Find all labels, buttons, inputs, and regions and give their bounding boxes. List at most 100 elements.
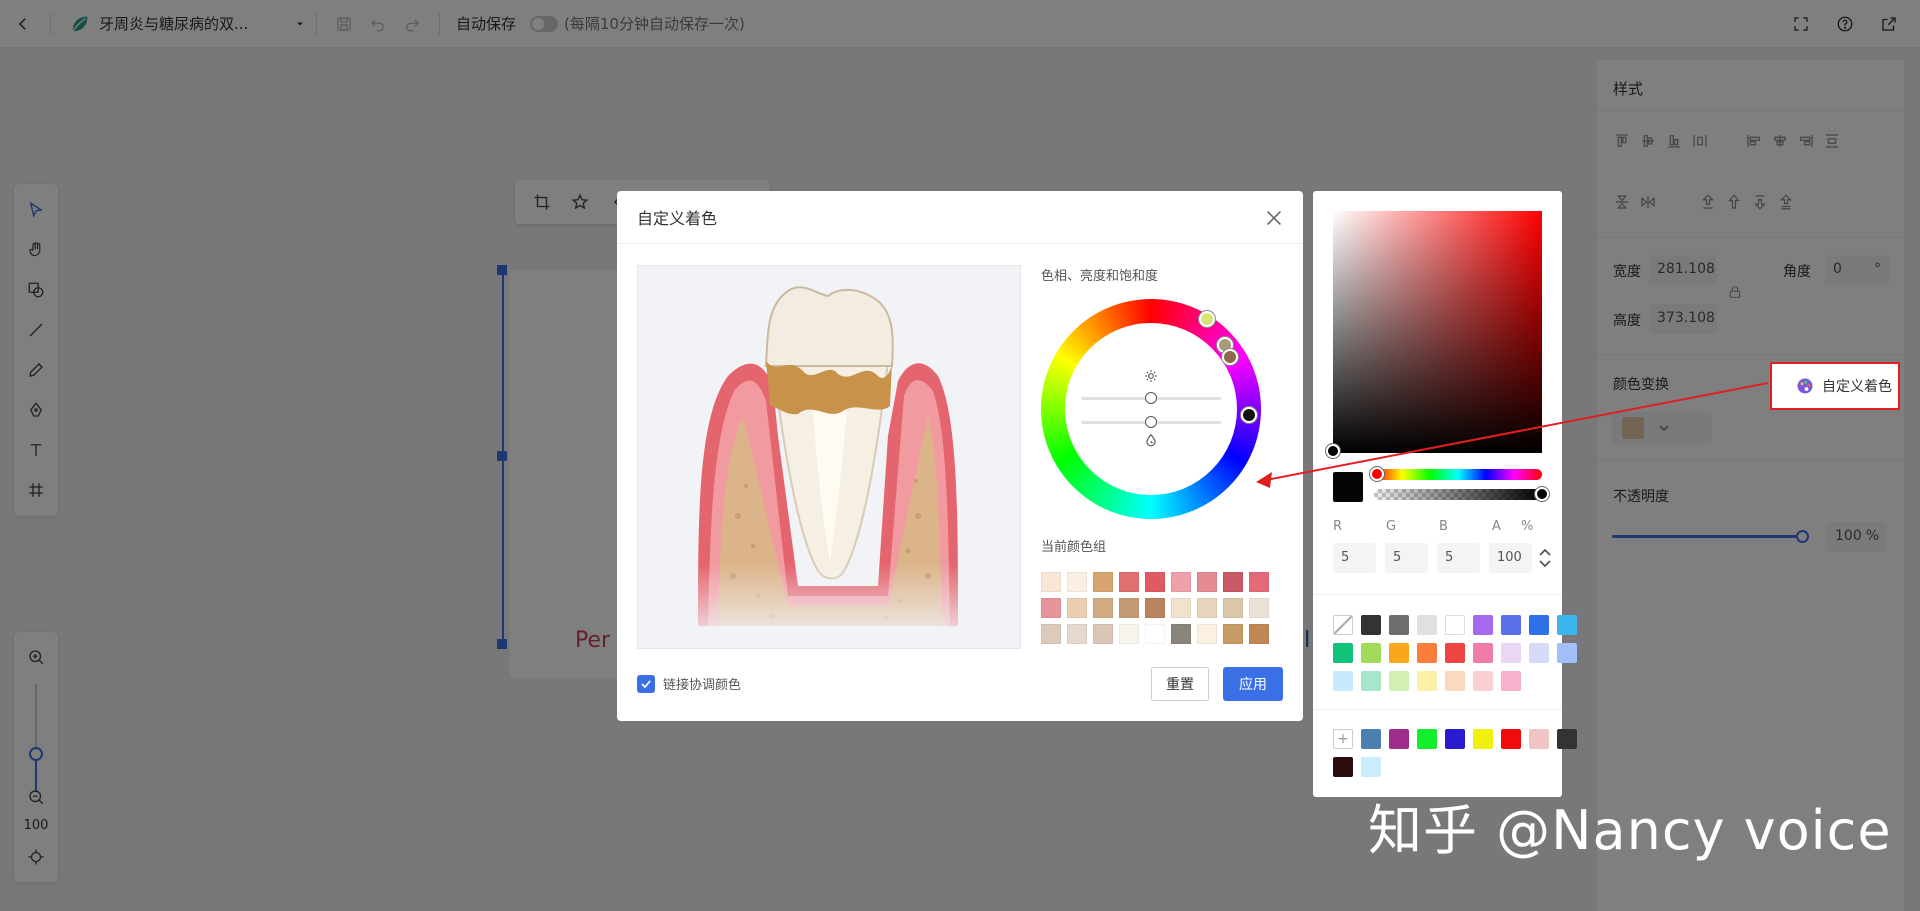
hue-wheel-knob[interactable] bbox=[1241, 407, 1257, 423]
dialog-header: 自定义着色 bbox=[617, 191, 1303, 244]
color-swatch[interactable] bbox=[1417, 643, 1437, 663]
color-swatch[interactable] bbox=[1557, 643, 1577, 663]
palette-swatch[interactable] bbox=[1067, 598, 1087, 618]
palette-swatch[interactable] bbox=[1171, 624, 1191, 644]
custom-color-button[interactable]: 自定义着色 bbox=[1770, 362, 1900, 410]
close-button[interactable] bbox=[1263, 207, 1285, 229]
palette-swatch[interactable] bbox=[1145, 572, 1165, 592]
color-swatch[interactable] bbox=[1417, 615, 1437, 635]
palette-swatch[interactable] bbox=[1197, 572, 1217, 592]
palette-swatch[interactable] bbox=[1223, 624, 1243, 644]
g-label: G bbox=[1386, 519, 1397, 534]
a-input[interactable]: 100 bbox=[1489, 543, 1532, 573]
saturation-value-handle[interactable] bbox=[1326, 444, 1340, 458]
checkbox-box bbox=[637, 674, 655, 693]
color-swatch[interactable] bbox=[1361, 729, 1381, 749]
color-swatch[interactable] bbox=[1361, 757, 1381, 777]
color-swatch[interactable] bbox=[1529, 615, 1549, 635]
alpha-slider-handle[interactable] bbox=[1535, 487, 1549, 501]
color-swatch[interactable] bbox=[1417, 729, 1437, 749]
g-input[interactable]: 5 bbox=[1385, 543, 1428, 573]
no-color-swatch[interactable] bbox=[1333, 615, 1353, 635]
palette-swatch[interactable] bbox=[1041, 598, 1061, 618]
hue-slider-handle[interactable] bbox=[1370, 467, 1384, 481]
apply-button[interactable]: 应用 bbox=[1223, 667, 1283, 701]
format-toggle-button[interactable] bbox=[1538, 546, 1552, 570]
saturation-slider-handle[interactable] bbox=[1145, 416, 1157, 428]
color-swatch[interactable] bbox=[1417, 671, 1437, 691]
link-colors-checkbox[interactable]: 链接协调颜色 bbox=[637, 674, 741, 693]
color-swatch[interactable] bbox=[1473, 615, 1493, 635]
saturation-value-area[interactable] bbox=[1333, 211, 1542, 453]
palette-swatch[interactable] bbox=[1171, 598, 1191, 618]
palette-swatch[interactable] bbox=[1249, 598, 1269, 618]
divider bbox=[1313, 594, 1562, 595]
palette-swatch[interactable] bbox=[1197, 598, 1217, 618]
current-color-palette bbox=[1041, 572, 1285, 644]
palette-swatch[interactable] bbox=[1223, 598, 1243, 618]
alpha-slider[interactable] bbox=[1374, 489, 1542, 500]
color-swatch[interactable] bbox=[1333, 757, 1353, 777]
palette-swatch[interactable] bbox=[1119, 572, 1139, 592]
palette-swatch[interactable] bbox=[1093, 598, 1113, 618]
brightness-slider-handle[interactable] bbox=[1145, 392, 1157, 404]
color-swatch[interactable] bbox=[1473, 643, 1493, 663]
color-swatch[interactable] bbox=[1557, 615, 1577, 635]
tooth-illustration bbox=[638, 266, 1020, 648]
palette-swatch[interactable] bbox=[1093, 624, 1113, 644]
color-swatch[interactable] bbox=[1361, 643, 1381, 663]
palette-swatch[interactable] bbox=[1093, 572, 1113, 592]
add-color-button[interactable]: + bbox=[1333, 729, 1353, 749]
b-input[interactable]: 5 bbox=[1437, 543, 1480, 573]
color-swatch[interactable] bbox=[1557, 729, 1577, 749]
palette-swatch[interactable] bbox=[1171, 572, 1191, 592]
palette-swatch[interactable] bbox=[1041, 572, 1061, 592]
palette-swatch[interactable] bbox=[1119, 624, 1139, 644]
color-swatch[interactable] bbox=[1445, 615, 1465, 635]
color-swatch[interactable] bbox=[1501, 671, 1521, 691]
color-swatch[interactable] bbox=[1529, 643, 1549, 663]
recent-swatches: + bbox=[1333, 729, 1577, 777]
palette-swatch[interactable] bbox=[1249, 572, 1269, 592]
palette-swatch[interactable] bbox=[1067, 624, 1087, 644]
color-swatch[interactable] bbox=[1445, 643, 1465, 663]
link-colors-label: 链接协调颜色 bbox=[663, 678, 742, 693]
saturation-drop-icon bbox=[1146, 433, 1156, 447]
palette-swatch[interactable] bbox=[1197, 624, 1217, 644]
color-swatch[interactable] bbox=[1389, 615, 1409, 635]
palette-swatch[interactable] bbox=[1119, 598, 1139, 618]
divider bbox=[1313, 709, 1562, 710]
palette-swatch[interactable] bbox=[1145, 598, 1165, 618]
hue-wheel-center bbox=[1065, 323, 1237, 495]
color-swatch[interactable] bbox=[1445, 729, 1465, 749]
palette-swatch[interactable] bbox=[1145, 624, 1165, 644]
color-swatch[interactable] bbox=[1389, 643, 1409, 663]
hue-wheel[interactable] bbox=[1041, 299, 1261, 519]
watermark-text: 知乎 @Nancy voice bbox=[1368, 799, 1892, 862]
color-swatch[interactable] bbox=[1333, 643, 1353, 663]
color-swatch[interactable] bbox=[1473, 729, 1493, 749]
checkmark-icon bbox=[641, 679, 651, 688]
color-swatch[interactable] bbox=[1361, 671, 1381, 691]
hue-wheel-knob[interactable] bbox=[1199, 311, 1215, 327]
color-swatch[interactable] bbox=[1473, 671, 1493, 691]
reset-button[interactable]: 重置 bbox=[1151, 667, 1209, 701]
palette-swatch[interactable] bbox=[1223, 572, 1243, 592]
palette-swatch[interactable] bbox=[1041, 624, 1061, 644]
color-swatch[interactable] bbox=[1529, 729, 1549, 749]
palette-swatch[interactable] bbox=[1249, 624, 1269, 644]
color-swatch[interactable] bbox=[1501, 615, 1521, 635]
percent-label: % bbox=[1521, 519, 1534, 534]
color-swatch[interactable] bbox=[1333, 671, 1353, 691]
color-swatch[interactable] bbox=[1389, 671, 1409, 691]
color-swatch[interactable] bbox=[1389, 729, 1409, 749]
color-swatch[interactable] bbox=[1361, 615, 1381, 635]
color-swatch[interactable] bbox=[1445, 671, 1465, 691]
r-input[interactable]: 5 bbox=[1333, 543, 1376, 573]
a-label: A bbox=[1492, 519, 1501, 534]
color-swatch[interactable] bbox=[1501, 729, 1521, 749]
hue-wheel-knob[interactable] bbox=[1222, 349, 1238, 365]
hue-slider[interactable] bbox=[1374, 469, 1542, 480]
palette-swatch[interactable] bbox=[1067, 572, 1087, 592]
color-swatch[interactable] bbox=[1501, 643, 1521, 663]
